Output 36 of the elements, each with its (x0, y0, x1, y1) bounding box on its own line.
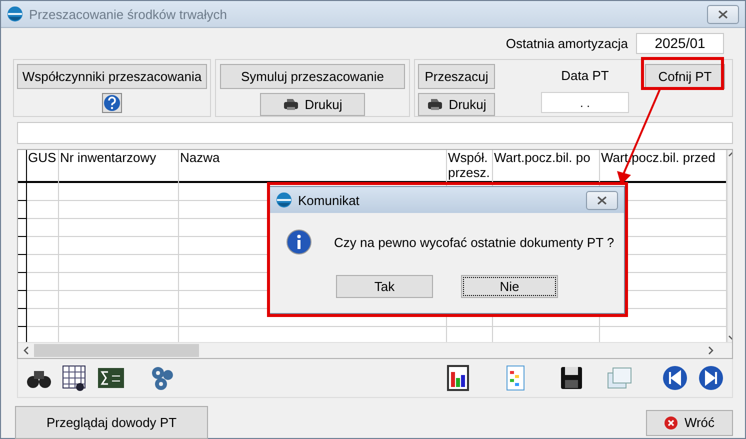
simulate-button[interactable]: Symuluj przeszacowanie (220, 64, 405, 89)
close-icon[interactable] (718, 10, 728, 18)
coefficients-button[interactable]: Współczynniki przeszacowania (17, 64, 207, 89)
help-icon[interactable] (102, 93, 122, 113)
close-button[interactable] (707, 4, 739, 24)
back-button[interactable]: Wróć (646, 410, 733, 436)
last-record-icon[interactable] (696, 363, 726, 393)
printer-icon (282, 98, 299, 111)
app-logo-icon (7, 6, 23, 22)
first-record-icon[interactable] (660, 363, 690, 393)
column-header[interactable]: Wart.pocz.bil. po (493, 150, 599, 183)
revalue-button[interactable]: Przeszacuj (418, 64, 495, 89)
date-label: Data PT (561, 68, 609, 85)
column-header[interactable]: Nr inwentarzowy (59, 150, 178, 183)
print-button[interactable]: Drukuj (260, 93, 365, 116)
printer-icon (426, 98, 443, 111)
window-title: Przeszacowanie środków trwałych (29, 6, 228, 22)
dialog-message: Czy na pewno wycofać ostatnie dokumenty PT ? (334, 234, 614, 250)
last-depreciation-field[interactable]: 2025/01 (636, 32, 724, 54)
dialog-button[interactable]: Nie (461, 275, 558, 298)
app-logo-icon (276, 192, 292, 208)
scrollbar-thumb[interactable] (34, 344, 199, 357)
print-button[interactable]: Drukuj (418, 93, 495, 116)
column-header[interactable]: Nazwa (179, 150, 446, 183)
text-field[interactable] (17, 122, 733, 144)
cancel-icon (664, 416, 678, 430)
date-field[interactable]: . . (541, 92, 629, 113)
info-icon (286, 229, 312, 255)
close-icon[interactable] (597, 196, 607, 204)
browse-button[interactable]: Przeglądaj dowody PT (15, 406, 208, 439)
column-header[interactable]: GUS (27, 150, 58, 183)
field-label: Ostatnia amortyzacja (506, 36, 628, 50)
dialog-title: Komunikat (298, 192, 360, 208)
dialog-button[interactable]: Tak (336, 275, 433, 298)
dialog-close-button[interactable] (586, 190, 618, 210)
column-header[interactable]: Współ. przesz. (447, 150, 492, 183)
